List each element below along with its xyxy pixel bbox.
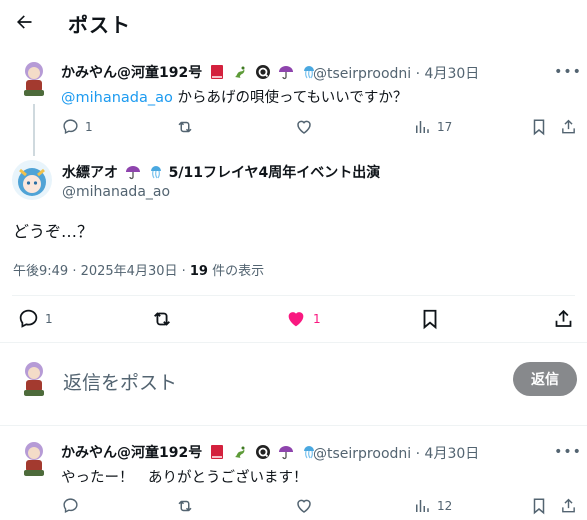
divider xyxy=(0,425,587,426)
repost-icon xyxy=(178,121,192,133)
more-options-icon[interactable]: ••• xyxy=(554,442,581,462)
author-handle[interactable]: @mihanada_ao xyxy=(62,184,170,200)
reply-button[interactable]: 1 xyxy=(18,308,53,329)
heart-icon xyxy=(297,120,311,134)
repost-icon xyxy=(178,500,192,512)
reply-icon xyxy=(63,498,78,514)
tweet-text: どうぞ…？ xyxy=(13,222,94,241)
views-icon xyxy=(416,121,429,133)
reply-button[interactable] xyxy=(62,497,79,514)
tweet-text: @mihanada_ao からあげの唄使ってもいいですか？ xyxy=(61,90,408,106)
views-icon xyxy=(416,500,429,512)
share-button[interactable] xyxy=(560,118,577,136)
share-icon xyxy=(555,309,572,327)
author-name[interactable]: かみやん@河童192号 xyxy=(61,62,317,84)
reply-button[interactable]: 1 xyxy=(62,118,93,135)
views-button[interactable]: 12 xyxy=(413,497,452,515)
tweet-meta: @tseirproodni · 4月30日 xyxy=(313,66,480,82)
avatar[interactable] xyxy=(12,160,52,200)
tweet-meta: 午後9:49 · 2025年4月30日 · 19 件の表示 xyxy=(13,264,265,279)
tweet-date[interactable]: 4月30日 xyxy=(425,446,480,462)
umbrella-icon xyxy=(125,164,141,184)
bookmark-button[interactable] xyxy=(531,118,547,136)
reply-icon xyxy=(63,119,78,135)
q-badge-icon xyxy=(255,64,271,84)
umbrella-icon xyxy=(278,444,294,464)
like-button[interactable]: 1 xyxy=(285,308,321,330)
repost-button[interactable] xyxy=(176,497,194,515)
dragon-icon xyxy=(232,444,248,464)
bookmark-icon xyxy=(533,498,545,515)
tweet-date[interactable]: 4月30日 xyxy=(425,66,480,82)
repost-button[interactable] xyxy=(151,308,173,330)
reply-input[interactable]: 返信をポスト xyxy=(63,368,177,395)
bookmark-button[interactable] xyxy=(531,497,547,515)
tweet-timestamp[interactable]: 午後9:49 · 2025年4月30日 · xyxy=(13,264,190,279)
thread-line xyxy=(33,104,35,156)
heart-filled-icon xyxy=(288,312,304,327)
share-icon xyxy=(562,119,575,134)
view-count: 19 xyxy=(189,264,208,279)
bookmark-icon xyxy=(423,309,437,330)
q-badge-icon xyxy=(255,444,271,464)
author-handle[interactable]: @tseirproodni xyxy=(313,66,411,82)
share-button[interactable] xyxy=(560,497,577,515)
repost-button[interactable] xyxy=(176,118,194,136)
author-handle[interactable]: @tseirproodni xyxy=(313,446,411,462)
avatar[interactable] xyxy=(14,58,54,98)
mention-link[interactable]: @mihanada_ao xyxy=(61,90,173,106)
reply-submit-button[interactable]: 返信 xyxy=(513,362,577,396)
divider xyxy=(0,342,587,343)
share-button[interactable] xyxy=(553,308,574,330)
tweet-text: やったー！ ありがとうございます！ xyxy=(61,470,308,486)
bookmark-button[interactable] xyxy=(420,308,440,330)
views-button[interactable]: 17 xyxy=(413,118,452,136)
bookmark-icon xyxy=(533,119,545,136)
back-arrow-icon[interactable] xyxy=(12,10,36,34)
share-icon xyxy=(562,498,575,513)
page-title: ポスト xyxy=(68,13,131,37)
author-name[interactable]: かみやん@河童192号 xyxy=(61,442,317,464)
tweet-meta: @tseirproodni · 4月30日 xyxy=(313,446,480,462)
repost-icon xyxy=(154,312,170,326)
like-button[interactable] xyxy=(295,497,313,515)
umbrella-icon xyxy=(278,64,294,84)
author-name[interactable]: 水縹アオ 5/11フレイヤ4周年イベント出演 xyxy=(62,162,380,184)
more-options-icon[interactable]: ••• xyxy=(554,62,581,82)
book-icon xyxy=(209,444,225,464)
like-button[interactable] xyxy=(295,118,313,136)
avatar xyxy=(14,358,54,398)
reply-icon xyxy=(19,309,38,328)
avatar[interactable] xyxy=(14,438,54,478)
divider xyxy=(12,295,575,296)
dragon-icon xyxy=(232,64,248,84)
heart-icon xyxy=(297,499,311,513)
book-icon xyxy=(209,64,225,84)
jellyfish-icon xyxy=(148,164,164,184)
